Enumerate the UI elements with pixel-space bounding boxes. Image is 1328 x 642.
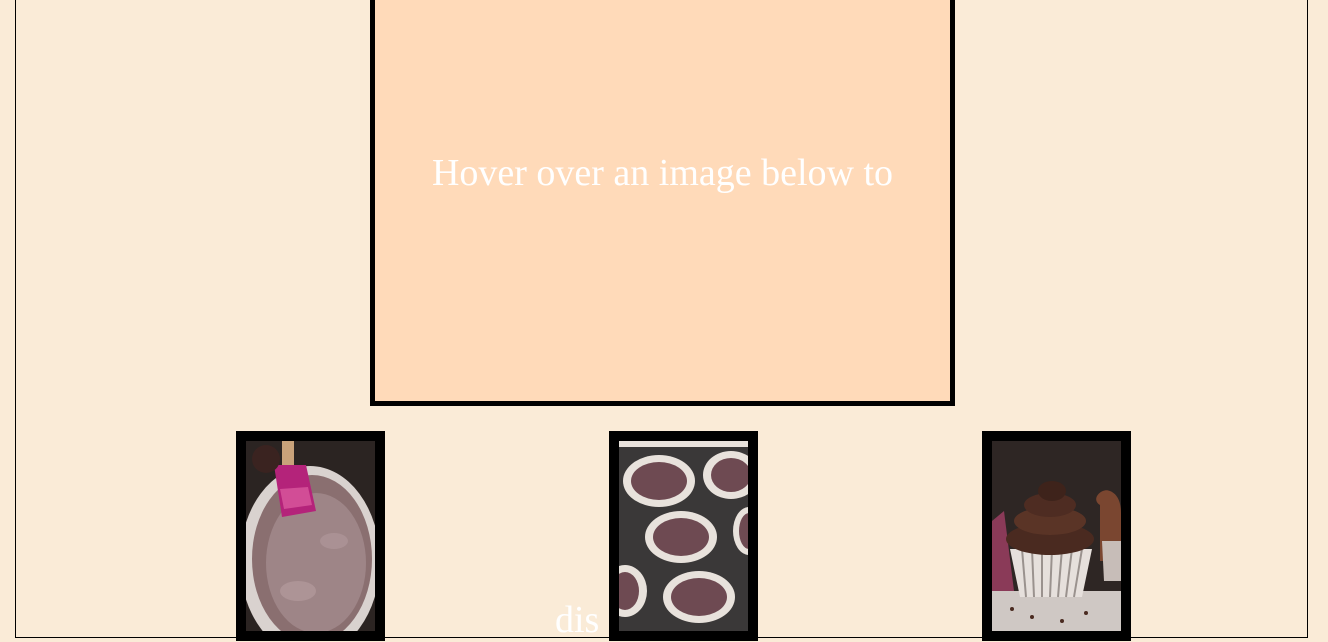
display-message: Hover over an image below to (431, 152, 894, 194)
frosted-cupcake-image (992, 441, 1121, 631)
display-message-overflow: dis (555, 599, 600, 641)
gallery-image-batter-bowl[interactable] (236, 431, 385, 641)
image-display-box: Hover over an image below to (370, 0, 955, 406)
cupcake-pan-image (619, 441, 748, 631)
batter-bowl-image (246, 441, 375, 631)
gallery-image-frosted-chocolate-cupcake[interactable] (982, 431, 1131, 641)
gallery-image-batter-in-cupcake-pan[interactable] (609, 431, 758, 641)
